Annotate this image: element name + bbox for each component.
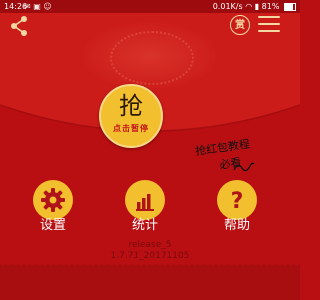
status-right: 0.01K/s ◠ ▮ 81%	[213, 0, 296, 13]
menu-icon-bar	[258, 23, 280, 25]
battery-icon	[284, 2, 296, 11]
wifi-icon: ◠	[245, 2, 253, 11]
reward-button[interactable]: 赏	[230, 15, 250, 35]
share-button[interactable]	[8, 15, 30, 37]
lace-border	[0, 262, 300, 300]
notification-icons: ✉ ▣ ☺	[24, 2, 52, 11]
grab-button[interactable]: 抢 点击暂停	[99, 84, 163, 148]
svg-text:?: ?	[231, 189, 244, 214]
statistics-label[interactable]: 统计	[115, 214, 175, 233]
squiggle-decoration	[233, 162, 255, 172]
signal-icon: ▮	[254, 2, 260, 11]
status-bar: 14:26 ✉ ▣ ☺ 0.01K/s ◠ ▮ 81%	[0, 0, 300, 13]
menu-icon-bar	[258, 16, 280, 18]
version-release: release_5	[128, 240, 172, 250]
decorative-pattern	[80, 21, 220, 91]
share-icon	[11, 16, 27, 36]
grab-button-label: 抢	[119, 92, 143, 120]
menu-button[interactable]	[258, 16, 280, 34]
battery-percent: 81%	[261, 2, 280, 11]
grab-button-sublabel: 点击暂停	[113, 124, 149, 133]
settings-label[interactable]: 设置	[23, 214, 83, 233]
version-build: 1.7.71_20171105	[110, 251, 190, 261]
menu-icon-bar	[258, 30, 280, 32]
envelope-top	[0, 13, 300, 97]
help-label[interactable]: 帮助	[207, 214, 267, 233]
network-speed: 0.01K/s	[212, 2, 243, 11]
app-screen: 14:26 ✉ ▣ ☺ 0.01K/s ◠ ▮ 81% 赏 抢 点击暂停 抢红包…	[0, 0, 300, 300]
